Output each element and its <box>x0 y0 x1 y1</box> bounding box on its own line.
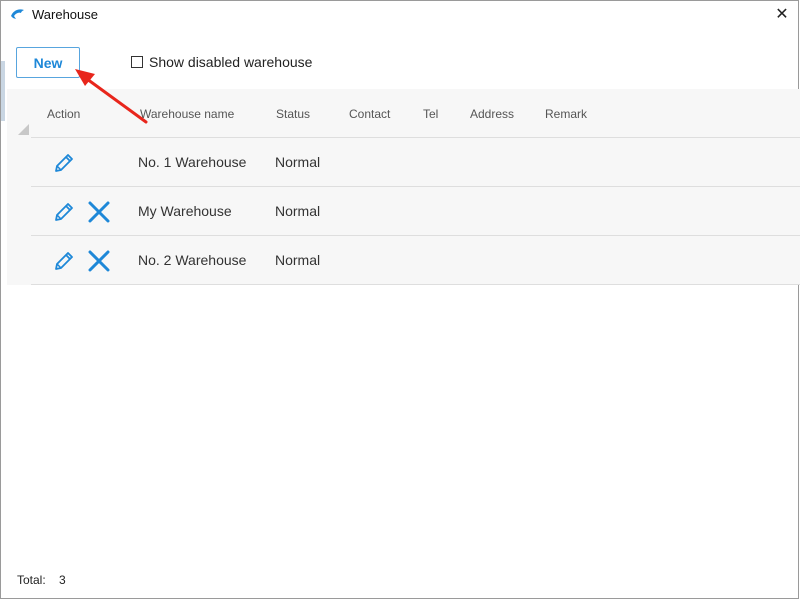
close-icon[interactable]: ✕ <box>772 5 792 23</box>
checkbox-box[interactable] <box>131 56 143 68</box>
column-header-contact[interactable]: Contact <box>349 107 390 121</box>
edit-icon[interactable] <box>52 151 76 175</box>
title-bar: Warehouse ✕ <box>1 1 798 27</box>
table-row[interactable]: No. 1 Warehouse Normal <box>31 138 800 187</box>
column-header-warehouse-name[interactable]: Warehouse name <box>140 107 234 121</box>
column-header-status[interactable]: Status <box>276 107 310 121</box>
column-header-remark[interactable]: Remark <box>545 107 587 121</box>
show-disabled-checkbox[interactable]: Show disabled warehouse <box>131 54 312 70</box>
new-button[interactable]: New <box>16 47 80 78</box>
warehouse-name-cell: No. 2 Warehouse <box>138 252 247 268</box>
edit-icon[interactable] <box>52 200 76 224</box>
total-label: Total: <box>17 573 46 587</box>
table-row[interactable]: My Warehouse Normal <box>31 187 800 236</box>
table-header: Action Warehouse name Status Contact Tel… <box>31 89 800 138</box>
select-all-corner[interactable] <box>7 89 31 138</box>
status-cell: Normal <box>275 203 321 219</box>
warehouse-name-cell: No. 1 Warehouse <box>138 154 247 170</box>
footer-total: Total: 3 <box>17 573 66 587</box>
delete-icon[interactable] <box>87 200 111 224</box>
window-title: Warehouse <box>32 6 98 22</box>
table-row[interactable]: No. 2 Warehouse Normal <box>31 236 800 285</box>
column-header-address[interactable]: Address <box>470 107 514 121</box>
edit-icon[interactable] <box>52 249 76 273</box>
show-disabled-label: Show disabled warehouse <box>149 54 313 70</box>
column-header-action[interactable]: Action <box>47 107 80 121</box>
warehouse-window: Warehouse ✕ New Show disabled warehouse … <box>0 0 800 599</box>
total-count: 3 <box>59 573 66 587</box>
warehouse-table: Action Warehouse name Status Contact Tel… <box>7 89 800 285</box>
delete-icon[interactable] <box>87 249 111 273</box>
status-cell: Normal <box>275 252 321 268</box>
dolphin-icon <box>11 9 24 19</box>
window-edge <box>1 61 5 121</box>
status-cell: Normal <box>275 154 321 170</box>
column-header-tel[interactable]: Tel <box>423 107 438 121</box>
warehouse-name-cell: My Warehouse <box>138 203 232 219</box>
